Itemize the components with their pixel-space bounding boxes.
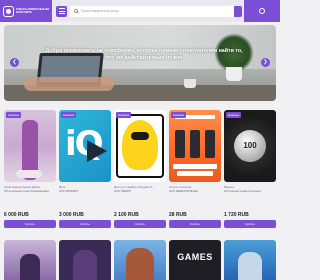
menu-button[interactable]: [56, 5, 67, 17]
product-image[interactable]: Новинка: [169, 110, 221, 182]
menu-icon-line: [58, 8, 65, 10]
coin-image: 100: [234, 130, 266, 162]
product-image[interactable]: GAMES: [169, 240, 221, 280]
product-image[interactable]: Новинка 100: [224, 110, 276, 182]
product-image[interactable]: [114, 240, 166, 280]
user-icon: [259, 8, 265, 14]
search-button[interactable]: [234, 5, 242, 17]
logo[interactable]: ТОВАРЫ ИЗВЕСТНЫЕ ВО ВСЕМ МИРЕ: [0, 0, 52, 22]
search-icon: [74, 9, 78, 13]
hero-banner[interactable]: Добро пожаловать на платформу, которая п…: [4, 25, 276, 101]
banner-text: Добро пожаловать на платформу, которая п…: [45, 48, 243, 61]
product-image[interactable]: [224, 240, 276, 280]
buy-button[interactable]: Купить: [169, 220, 221, 228]
product-card[interactable]: Новинка Трикотажные брюки Джинс ИП Антип…: [4, 110, 56, 232]
product-image[interactable]: Новинка: [4, 110, 56, 182]
duck-image: [122, 120, 158, 170]
new-badge: Новинка: [116, 112, 132, 118]
menu-icon-line: [58, 10, 65, 12]
logo-text: ТОВАРЫ ИЗВЕСТНЫЕ ВО ВСЕМ МИРЕ: [16, 7, 50, 14]
new-badge: Новинка: [6, 112, 22, 118]
product-seller: ООО ГЕМКИТ: [114, 190, 132, 193]
product-price: 2 100 RUB: [114, 212, 139, 218]
product-seller: ООО ЗИМОБУР: [59, 190, 79, 193]
banner-pot-image: [226, 67, 242, 81]
games-label: GAMES: [177, 252, 213, 262]
header: ТОВАРЫ ИЗВЕСТНЫЕ ВО ВСЕМ МИРЕ Поиск това…: [0, 0, 280, 22]
product-price: 28 RUB: [169, 212, 187, 218]
banner-cup-image: [184, 79, 196, 88]
product-price: 6 000 RUB: [4, 212, 29, 218]
search-input[interactable]: Поиск товаров или услуг: [70, 5, 242, 17]
product-seller: ИП Антипенков Алекс Владимирович: [4, 190, 50, 193]
banner-hands-image: [24, 77, 114, 91]
product-image[interactable]: Новинка: [114, 110, 166, 182]
product-card[interactable]: Новинка 100 Монета ИП Сидоров Семён Серг…: [224, 110, 276, 232]
product-image[interactable]: [4, 240, 56, 280]
product-price: 1 720 RUB: [224, 212, 249, 218]
product-card[interactable]: Новинка Доступ к сервису Telegram-б... О…: [114, 110, 166, 232]
logo-icon: [3, 5, 14, 17]
product-seller: ООО МЕДИАПРОДАКШ: [169, 190, 198, 193]
product-grid: Новинка Трикотажные брюки Джинс ИП Антип…: [4, 110, 276, 232]
carousel-next-button[interactable]: ❯: [261, 58, 270, 67]
search-placeholder: Поиск товаров или услуг: [81, 9, 119, 13]
product-image[interactable]: Новинка iQ: [59, 110, 111, 182]
new-badge: Новинка: [226, 112, 242, 118]
product-grid-row-2: GAMES: [4, 240, 276, 280]
page: ТОВАРЫ ИЗВЕСТНЫЕ ВО ВСЕМ МИРЕ Поиск това…: [0, 0, 280, 280]
product-card[interactable]: Новинка iQ Фото ООО ЗИМОБУР 3 000 RUB Ку…: [59, 110, 111, 232]
carousel-prev-button[interactable]: ❮: [10, 58, 19, 67]
new-badge: Новинка: [61, 112, 77, 118]
product-card[interactable]: Новинка Услуги спонсора ООО МЕДИАПРОДАКШ…: [169, 110, 221, 232]
new-badge: Новинка: [171, 112, 187, 118]
account-button[interactable]: [244, 0, 280, 22]
play-arrow-image: [87, 140, 107, 162]
buy-button[interactable]: Купить: [59, 220, 111, 228]
buy-button[interactable]: Купить: [224, 220, 276, 228]
product-seller: ИП Сидоров Семён Сергеевич: [224, 190, 262, 193]
buy-button[interactable]: Купить: [4, 220, 56, 228]
buy-button[interactable]: Купить: [114, 220, 166, 228]
product-price: 3 000 RUB: [59, 212, 84, 218]
product-image[interactable]: [59, 240, 111, 280]
menu-icon-line: [58, 12, 65, 14]
